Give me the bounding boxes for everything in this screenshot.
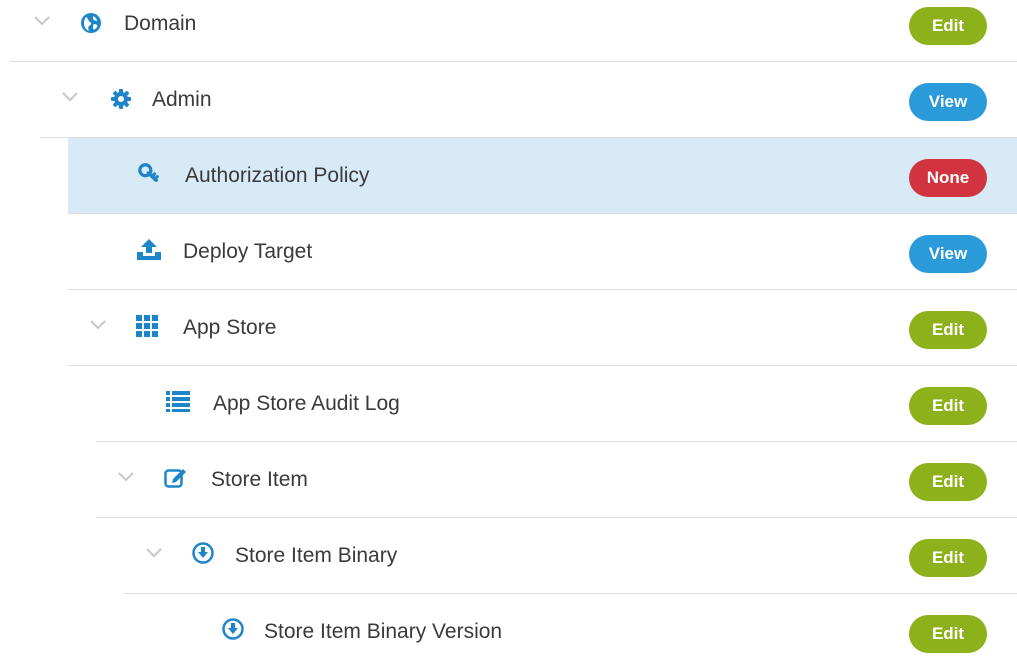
grid-icon <box>136 315 158 337</box>
permission-badge[interactable]: Edit <box>909 7 987 45</box>
key-icon <box>138 163 159 182</box>
tree-row-store-item-binary-version[interactable]: Store Item Binary Version Edit <box>124 594 1017 670</box>
permission-badge[interactable]: Edit <box>909 463 987 501</box>
download-circle-icon <box>222 618 244 640</box>
chevron-down-icon[interactable] <box>34 16 50 26</box>
edit-icon <box>164 469 186 488</box>
tree-row-label: Deploy Target <box>183 240 313 263</box>
tree-row-label: Authorization Policy <box>185 164 370 187</box>
chevron-down-icon[interactable] <box>118 472 134 482</box>
tree-row-label: Store Item <box>211 468 308 491</box>
globe-icon <box>81 13 101 33</box>
upload-icon <box>137 239 161 260</box>
tree-row-authorization-policy[interactable]: Authorization Policy None <box>68 138 1017 214</box>
tree-row-app-store[interactable]: App Store Edit <box>68 290 1017 366</box>
tree-row-store-item[interactable]: Store Item Edit <box>96 442 1017 518</box>
chevron-down-icon[interactable] <box>90 320 106 330</box>
tree-row-label: App Store Audit Log <box>213 392 400 415</box>
chevron-down-icon[interactable] <box>62 92 78 102</box>
tree-row-label: Domain <box>124 12 197 35</box>
list-icon <box>166 391 190 412</box>
tree-row-label: Store Item Binary <box>235 544 398 567</box>
tree-row-label: App Store <box>183 316 277 339</box>
permission-badge[interactable]: Edit <box>909 311 987 349</box>
tree-row-domain[interactable]: Domain Edit <box>10 0 1017 62</box>
tree-row-store-item-binary[interactable]: Store Item Binary Edit <box>124 518 1017 594</box>
permission-badge[interactable]: Edit <box>909 615 987 653</box>
permission-badge[interactable]: View <box>909 83 987 121</box>
permission-badge[interactable]: View <box>909 235 987 273</box>
gear-icon <box>111 89 131 109</box>
tree-row-label: Admin <box>152 88 212 111</box>
tree-row-deploy-target[interactable]: Deploy Target View <box>68 214 1017 290</box>
permission-badge[interactable]: None <box>909 159 987 197</box>
permission-badge[interactable]: Edit <box>909 539 987 577</box>
permission-badge[interactable]: Edit <box>909 387 987 425</box>
tree-row-label: Store Item Binary Version <box>264 620 503 643</box>
download-circle-icon <box>192 542 214 564</box>
tree-row-app-store-audit-log[interactable]: App Store Audit Log Edit <box>96 366 1017 442</box>
tree-row-admin[interactable]: Admin View <box>40 62 1017 138</box>
permission-tree: Domain Edit Admin View Authorization Pol… <box>0 0 1017 653</box>
chevron-down-icon[interactable] <box>146 548 162 558</box>
